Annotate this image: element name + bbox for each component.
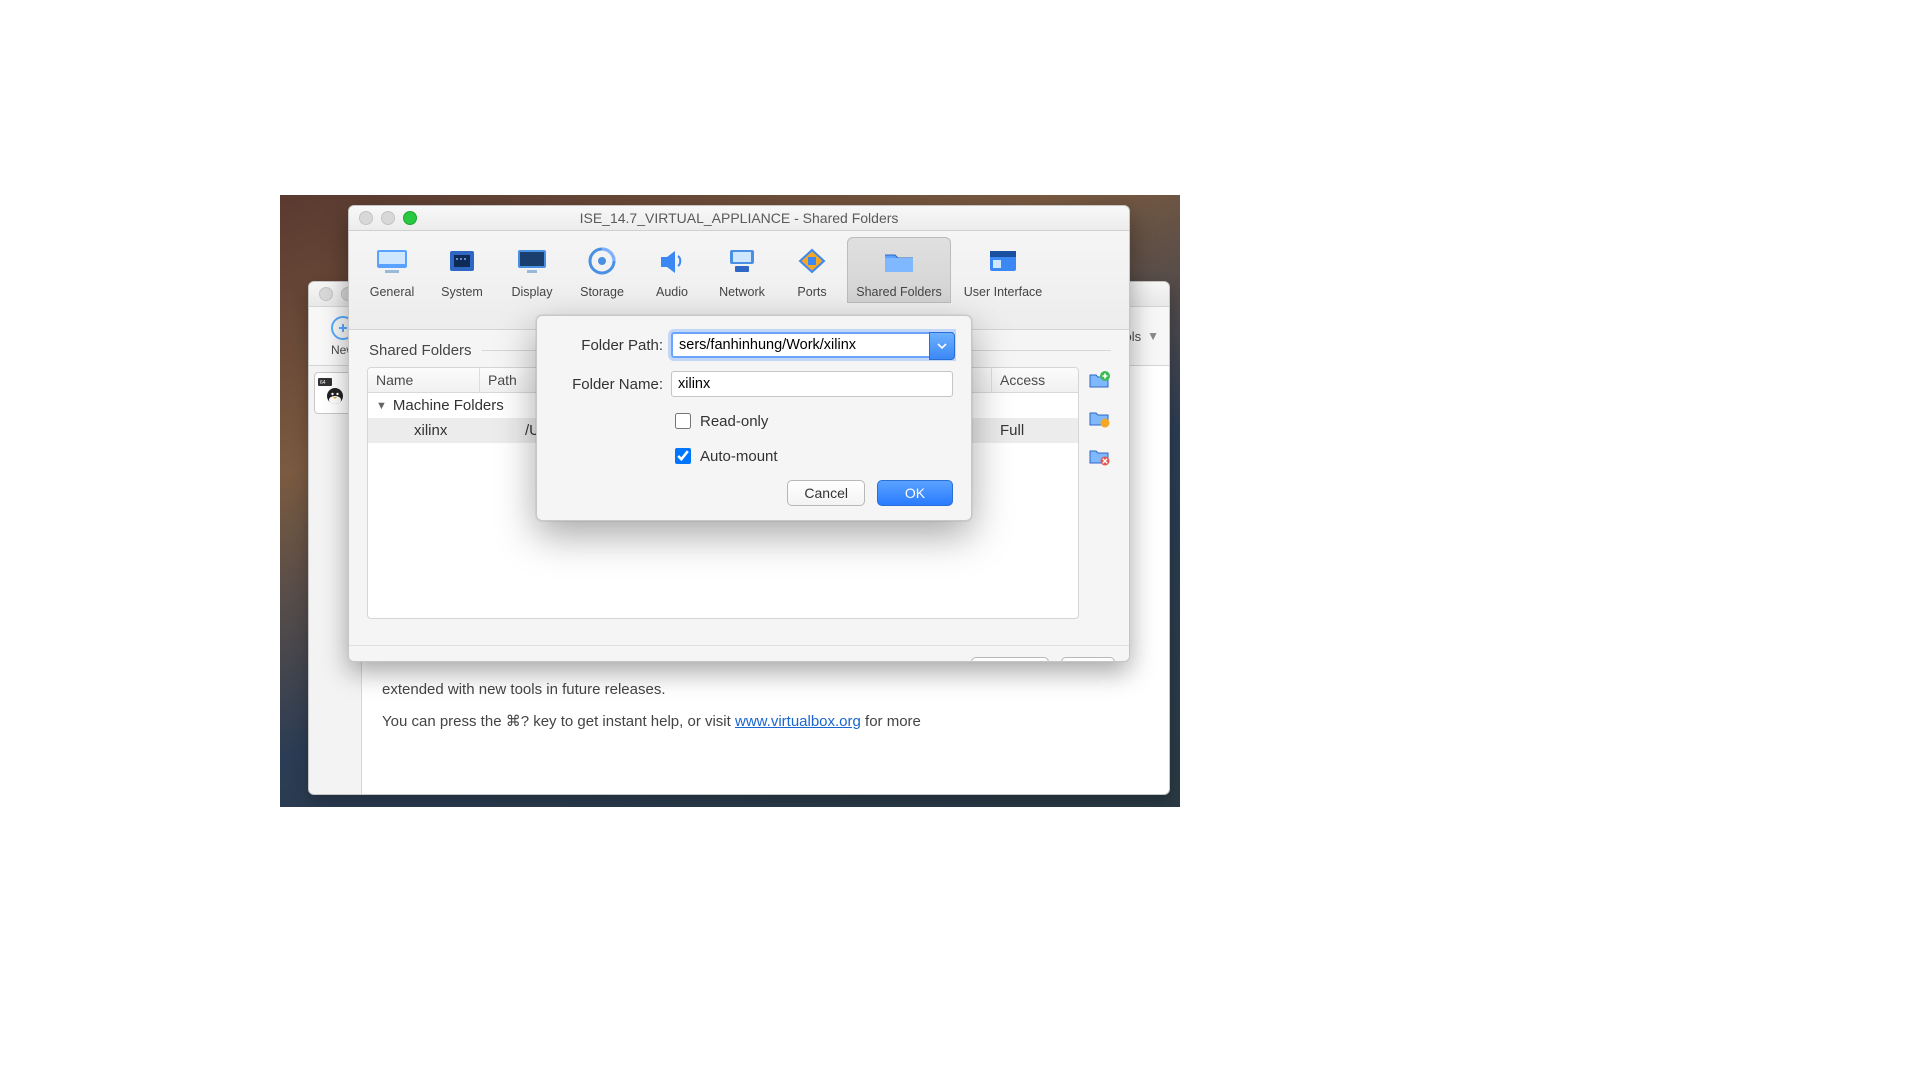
popover-ok-button[interactable]: OK <box>877 480 953 506</box>
ports-icon <box>794 243 830 279</box>
auto-mount-checkbox[interactable] <box>675 448 691 464</box>
read-only-label: Read-only <box>700 413 768 430</box>
folder-action-buttons <box>1087 367 1111 467</box>
shared-folders-section-title: Shared Folders <box>369 342 472 359</box>
cell-access: Full <box>992 418 1078 443</box>
popover-cancel-button[interactable]: Cancel <box>787 480 865 506</box>
col-name[interactable]: Name <box>368 368 480 392</box>
settings-minimize-icon[interactable] <box>381 211 395 225</box>
auto-mount-label: Auto-mount <box>700 448 778 465</box>
edit-folder-button[interactable] <box>1087 407 1111 429</box>
settings-footer: Cancel OK <box>349 645 1129 662</box>
disclosure-triangle-icon[interactable]: ▼ <box>376 400 387 412</box>
tab-system[interactable]: System <box>427 237 497 303</box>
settings-titlebar: ISE_14.7_VIRTUAL_APPLIANCE - Shared Fold… <box>349 206 1129 231</box>
cell-name: xilinx <box>368 418 517 443</box>
chevron-down-icon <box>937 341 947 351</box>
settings-window-title: ISE_14.7_VIRTUAL_APPLIANCE - Shared Fold… <box>580 210 899 226</box>
display-icon <box>514 243 550 279</box>
folder-path-field[interactable] <box>671 332 953 358</box>
svg-text:64: 64 <box>320 380 326 386</box>
read-only-checkbox[interactable] <box>675 413 691 429</box>
add-folder-button[interactable] <box>1087 369 1111 391</box>
tab-general[interactable]: General <box>357 237 427 303</box>
group-label: Machine Folders <box>393 397 504 414</box>
virtualbox-link[interactable]: www.virtualbox.org <box>735 713 861 730</box>
settings-ok-button[interactable]: OK <box>1061 657 1115 662</box>
folder-remove-icon <box>1088 446 1110 466</box>
general-icon <box>374 243 410 279</box>
disclosure-triangle-icon[interactable]: ▼ <box>1147 329 1159 343</box>
tab-audio[interactable]: Audio <box>637 237 707 303</box>
system-icon <box>444 243 480 279</box>
shared-folders-icon <box>881 243 917 279</box>
settings-zoom-icon[interactable] <box>403 211 417 225</box>
tab-user-interface[interactable]: User Interface <box>951 237 1055 303</box>
settings-cancel-button[interactable]: Cancel <box>971 657 1049 662</box>
linux-tux-icon: 64 <box>318 378 352 408</box>
col-access[interactable]: Access <box>992 368 1078 392</box>
network-icon <box>724 243 760 279</box>
folder-path-dropdown-button[interactable] <box>929 332 955 360</box>
add-share-popover: Folder Path: Folder Name: Read-only <box>536 315 972 521</box>
tab-display[interactable]: Display <box>497 237 567 303</box>
tab-network[interactable]: Network <box>707 237 777 303</box>
remove-folder-button[interactable] <box>1087 445 1111 467</box>
manager-body-p2: You can press the ⌘? key to get instant … <box>382 712 1149 732</box>
tab-ports[interactable]: Ports <box>777 237 847 303</box>
read-only-row[interactable]: Read-only <box>671 410 768 432</box>
auto-mount-row[interactable]: Auto-mount <box>671 445 778 467</box>
folder-path-label: Folder Path: <box>555 337 671 354</box>
settings-close-icon[interactable] <box>359 211 373 225</box>
folder-name-label: Folder Name: <box>555 376 671 393</box>
folder-add-icon <box>1088 370 1110 390</box>
folder-name-field[interactable] <box>671 371 953 397</box>
folder-edit-icon <box>1088 408 1110 428</box>
manager-close-icon[interactable] <box>319 287 333 301</box>
audio-icon <box>654 243 690 279</box>
manager-body-p1: extended with new tools in future releas… <box>382 680 1149 700</box>
tab-shared-folders[interactable]: Shared Folders <box>847 237 951 303</box>
tab-storage[interactable]: Storage <box>567 237 637 303</box>
storage-icon <box>584 243 620 279</box>
user-interface-icon <box>985 243 1021 279</box>
